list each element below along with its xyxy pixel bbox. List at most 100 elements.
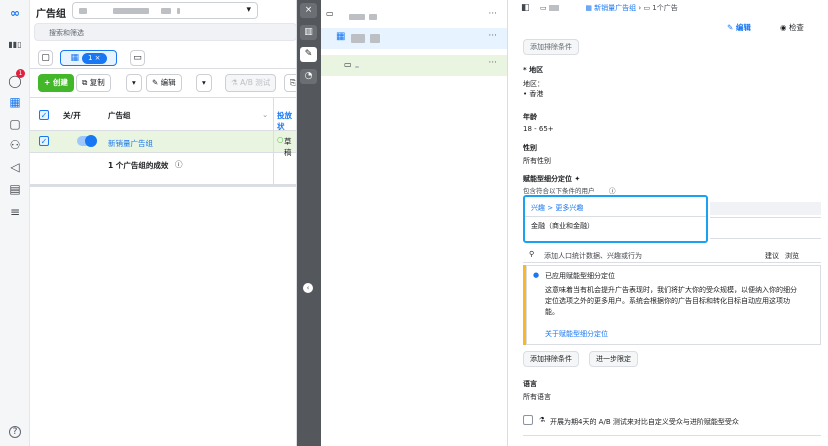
- select-all-checkbox[interactable]: ✓: [39, 110, 49, 120]
- more-icon[interactable]: ···: [488, 9, 497, 19]
- adset-name-link[interactable]: 新销量广告组: [108, 138, 153, 149]
- summary-row: 1 个广告组的成效 ⓘ: [30, 154, 296, 187]
- add-exclusion-button[interactable]: 添加排除条件: [523, 351, 579, 367]
- help-icon[interactable]: ?: [9, 426, 21, 438]
- panel-toggle-icon[interactable]: ◧: [521, 3, 530, 13]
- campaign-icon: ▭: [539, 4, 547, 12]
- review-mode-label: 检查: [788, 23, 804, 32]
- interest-path[interactable]: 兴趣 > 更多兴趣: [531, 203, 583, 213]
- row-toggle[interactable]: [77, 135, 97, 147]
- review-mode-button[interactable]: ◉ 检查: [780, 22, 804, 33]
- targeting-search-placeholder: 添加人口统计数据、兴趣或行为: [544, 252, 642, 260]
- add-exclusion-top-button[interactable]: 添加排除条件: [523, 39, 579, 55]
- account-dropdown[interactable]: ▾: [72, 2, 258, 19]
- tab-adsets[interactable]: ▦ 1 ×: [60, 50, 117, 66]
- table-row[interactable]: ✓ 新销量广告组 ○ 草稿: [30, 131, 296, 157]
- region-value: • 香港: [523, 90, 544, 98]
- copy-button[interactable]: ⧉ 复制: [76, 74, 111, 92]
- pencil-icon: ✎: [152, 78, 161, 87]
- meta-logo-icon[interactable]: ∞: [7, 6, 23, 20]
- library-icon[interactable]: ▤: [7, 182, 23, 196]
- info-link[interactable]: 关于赋能型细分定位: [545, 329, 608, 339]
- grid-icon: ▦: [70, 53, 79, 63]
- folder-icon[interactable]: ▢: [38, 50, 53, 66]
- col-delivery[interactable]: 投放状: [277, 110, 296, 132]
- structure-tree: ▭ ··· ▦ ··· ▭ ···: [321, 0, 508, 446]
- menu-icon[interactable]: ≡: [7, 205, 23, 219]
- create-button[interactable]: + 创建: [38, 74, 74, 92]
- targeting-label: 赋能型细分定位 ✦: [523, 175, 581, 183]
- toolbar: + 创建 ⧉ 复制 ▾ ✎ 编辑 ▾ ⚗ A/B 测试 ⎘: [30, 73, 296, 93]
- suggest-link[interactable]: 建议: [765, 251, 779, 261]
- nav-rail: ∞ ▮▮▯ ◯ 1 ▦ ▢ ⚇ ◁ ▤ ≡ ?: [0, 0, 30, 446]
- pages-icon[interactable]: ▢: [7, 117, 23, 131]
- edit-mode-label: 编辑: [735, 23, 751, 32]
- edit-label: 编辑: [160, 78, 176, 87]
- copy-dropdown[interactable]: ▾: [126, 74, 142, 92]
- view-tabs: ▢ ▦ 1 × ▭: [30, 47, 296, 69]
- interest-box[interactable]: 兴趣 > 更多兴趣 金融（商业和金融）: [523, 195, 708, 243]
- info-title: 已应用赋能型细分定位: [545, 272, 615, 280]
- breadcrumb-adset[interactable]: 新销量广告组: [594, 4, 636, 12]
- panel-title: 广告组: [36, 9, 66, 20]
- info-icon[interactable]: ⓘ: [609, 185, 616, 195]
- chevron-down-icon: ▾: [246, 5, 251, 15]
- chart-icon[interactable]: ▥: [300, 25, 317, 40]
- ad-icon: ▭: [344, 60, 352, 69]
- breadcrumb: ◧ ▭ ▦ 新销量广告组 › ▭ 1个广告: [521, 3, 678, 13]
- table-icon[interactable]: ▦: [7, 95, 23, 109]
- info-body-line2: 定位选项之外的更多用户。系统会根据你的广告目标和转化目标自动应用这项功: [545, 297, 790, 305]
- copy-icon: ⧉: [82, 78, 90, 87]
- age-label: 年龄: [523, 113, 537, 121]
- pencil-icon: ✎: [727, 23, 736, 32]
- breadcrumb-ad[interactable]: 1个广告: [652, 4, 677, 12]
- narrow-audience-button[interactable]: 进一步限定: [589, 351, 638, 367]
- close-icon[interactable]: ×: [300, 3, 317, 18]
- info-body-line3: 能。: [545, 308, 559, 316]
- edit-dropdown[interactable]: ▾: [196, 74, 212, 92]
- col-adset[interactable]: 广告组: [108, 110, 131, 121]
- status-dot-icon: ○: [277, 135, 284, 144]
- browse-link[interactable]: 浏览: [785, 251, 799, 261]
- more-icon[interactable]: ···: [488, 58, 497, 68]
- advantage-info-card: ● 已应用赋能型细分定位 这意味着当有机会提升广告表现时，我们将扩大你的受众规模…: [523, 265, 821, 345]
- editor-tool-strip: × ▥ ✎ ◔ ‹: [297, 0, 321, 446]
- ab-test-text: 开展为期4天的 A/B 测试来对比自定义受众与进阶赋能型受众: [550, 418, 739, 426]
- region-sub: 地区：: [523, 80, 544, 88]
- age-value: 18 - 65+: [523, 125, 554, 133]
- campaign-icon[interactable]: ◁: [7, 160, 23, 174]
- col-onoff[interactable]: 关/开: [63, 110, 81, 121]
- campaign-node[interactable]: ▭ ···: [321, 6, 507, 27]
- ab-test-button[interactable]: ⚗ A/B 测试: [225, 74, 277, 92]
- ab-test-checkbox[interactable]: [523, 415, 533, 425]
- title-bar: 广告组 ▾: [30, 0, 296, 22]
- adset-node[interactable]: ▦ ···: [321, 28, 507, 49]
- more-icon[interactable]: ···: [488, 31, 497, 41]
- adset-list-panel: 广告组 ▾ 搜索和筛选 ▢ ▦1 × ▭ + 创建 ⧉ 复制 ▾ ✎ 编辑 ▾: [30, 0, 297, 446]
- clock-icon[interactable]: ◔: [300, 69, 317, 84]
- calendar-icon[interactable]: ▭: [130, 50, 145, 66]
- info-icon[interactable]: ⓘ: [175, 159, 183, 170]
- table-header: ✓ 关/开 广告组 ⌄ 投放状: [30, 97, 296, 132]
- pencil-tool-icon[interactable]: ✎: [300, 47, 317, 62]
- row-checkbox[interactable]: ✓: [39, 136, 49, 146]
- info-body-line1: 这意味着当有机会提升广告表现时，我们将扩大你的受众规模，以便纳入你的细分: [545, 286, 797, 294]
- account-avatar[interactable]: ▮▮▯: [7, 38, 23, 52]
- region-label: * 地区: [523, 66, 544, 74]
- gender-value: 所有性别: [523, 157, 551, 165]
- adset-editor: ◧ ▭ ▦ 新销量广告组 › ▭ 1个广告 ✎ 编辑 ◉ 检查 添加排除条件 *…: [508, 0, 828, 446]
- search-input[interactable]: 搜索和筛选: [34, 23, 296, 41]
- edit-button[interactable]: ✎ 编辑: [146, 74, 182, 92]
- language-value: 所有语言: [523, 393, 551, 401]
- selected-count-pill[interactable]: 1 ×: [81, 53, 107, 64]
- folder-icon: ▭: [326, 9, 334, 18]
- language-label: 语言: [523, 380, 537, 388]
- ad-node[interactable]: ▭ ···: [321, 55, 507, 76]
- collapse-icon[interactable]: ‹: [303, 283, 313, 293]
- sort-icon[interactable]: ⌄: [262, 110, 268, 119]
- edit-mode-button[interactable]: ✎ 编辑: [727, 22, 751, 33]
- flask-icon: ⚗: [231, 78, 241, 87]
- audience-icon[interactable]: ⚇: [7, 138, 23, 152]
- targeting-search-input[interactable]: ⚲ 添加人口统计数据、兴趣或行为 建议 浏览: [523, 247, 821, 263]
- more-button[interactable]: ⎘: [284, 74, 296, 92]
